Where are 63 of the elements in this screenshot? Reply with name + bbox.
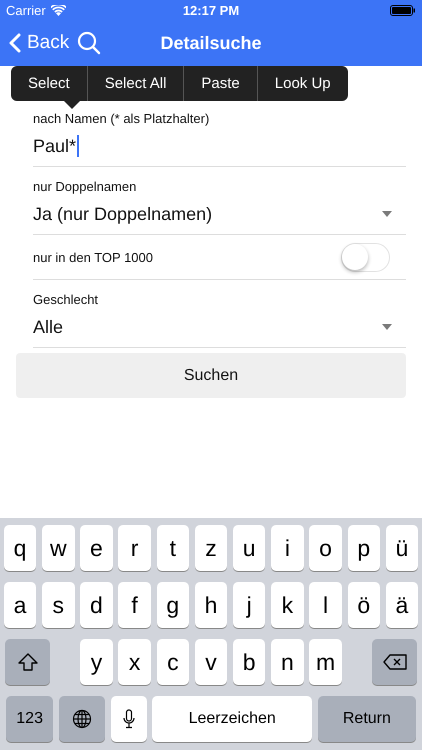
key[interactable]: k: [271, 582, 304, 628]
dropdown[interactable]: Ja (nur Doppelnamen): [33, 194, 406, 234]
key[interactable]: x: [118, 639, 151, 685]
dropdown-arrow-icon: [382, 211, 392, 217]
key[interactable]: u: [232, 525, 266, 571]
menu-item[interactable]: Select: [11, 66, 87, 101]
wifi-icon: [50, 4, 66, 16]
key[interactable]: b: [232, 639, 266, 685]
key[interactable]: a: [4, 582, 36, 628]
field-label: nur Doppelnamen: [33, 179, 138, 194]
field-label: Geschlecht: [33, 292, 100, 307]
key[interactable]: f: [118, 582, 151, 628]
key[interactable]: r: [118, 525, 151, 571]
key[interactable]: w: [42, 525, 74, 571]
menu-item[interactable]: Look Up: [256, 66, 348, 101]
chevron-left-icon: [9, 33, 21, 53]
shift-key[interactable]: [5, 639, 50, 685]
field-label: nur in den TOP 1000: [33, 250, 153, 264]
key[interactable]: n: [271, 639, 304, 685]
return-key[interactable]: Return: [318, 696, 416, 742]
field-label: nach Namen (* als Platzhalter): [33, 111, 210, 126]
microphone-icon: [122, 709, 134, 729]
key[interactable]: m: [309, 639, 342, 685]
back-button[interactable]: Back: [9, 32, 70, 54]
key[interactable]: t: [156, 525, 190, 571]
key[interactable]: z: [194, 525, 228, 571]
search-icon[interactable]: [77, 31, 102, 55]
clock: 12:17 PM: [182, 2, 240, 18]
menu-item[interactable]: Select All: [86, 66, 184, 101]
toggle-switch[interactable]: [341, 242, 390, 272]
key[interactable]: h: [194, 582, 228, 628]
key[interactable]: ö: [348, 582, 380, 628]
key[interactable]: i: [271, 525, 304, 571]
screen-title: Detailsuche: [159, 32, 263, 54]
battery-icon: [390, 4, 416, 16]
microphone-key[interactable]: [110, 696, 146, 742]
key[interactable]: l: [309, 582, 342, 628]
dropdown[interactable]: Alle: [33, 307, 406, 347]
key[interactable]: j: [232, 582, 266, 628]
space-key[interactable]: Leerzeichen: [152, 696, 312, 742]
key[interactable]: v: [194, 639, 228, 685]
input-field[interactable]: Paul*: [33, 126, 406, 166]
key[interactable]: c: [156, 639, 190, 685]
globe-icon: [72, 709, 92, 729]
globe-key[interactable]: [58, 696, 105, 742]
shift-icon: [18, 653, 38, 671]
delete-key[interactable]: [372, 639, 417, 685]
carrier-label: Carrier: [6, 2, 46, 18]
key[interactable]: g: [156, 582, 190, 628]
dropdown-arrow-icon: [382, 324, 392, 330]
numbers-key[interactable]: 123: [6, 696, 54, 742]
search-button[interactable]: Suchen: [16, 353, 406, 398]
key[interactable]: ä: [386, 582, 418, 628]
key[interactable]: y: [80, 639, 113, 685]
key[interactable]: p: [348, 525, 380, 571]
backspace-icon: [382, 654, 406, 670]
key[interactable]: e: [80, 525, 113, 571]
key[interactable]: s: [42, 582, 74, 628]
key[interactable]: o: [309, 525, 342, 571]
menu-item[interactable]: Paste: [183, 66, 257, 101]
key[interactable]: q: [4, 525, 36, 571]
key[interactable]: ü: [386, 525, 418, 571]
key[interactable]: d: [80, 582, 113, 628]
